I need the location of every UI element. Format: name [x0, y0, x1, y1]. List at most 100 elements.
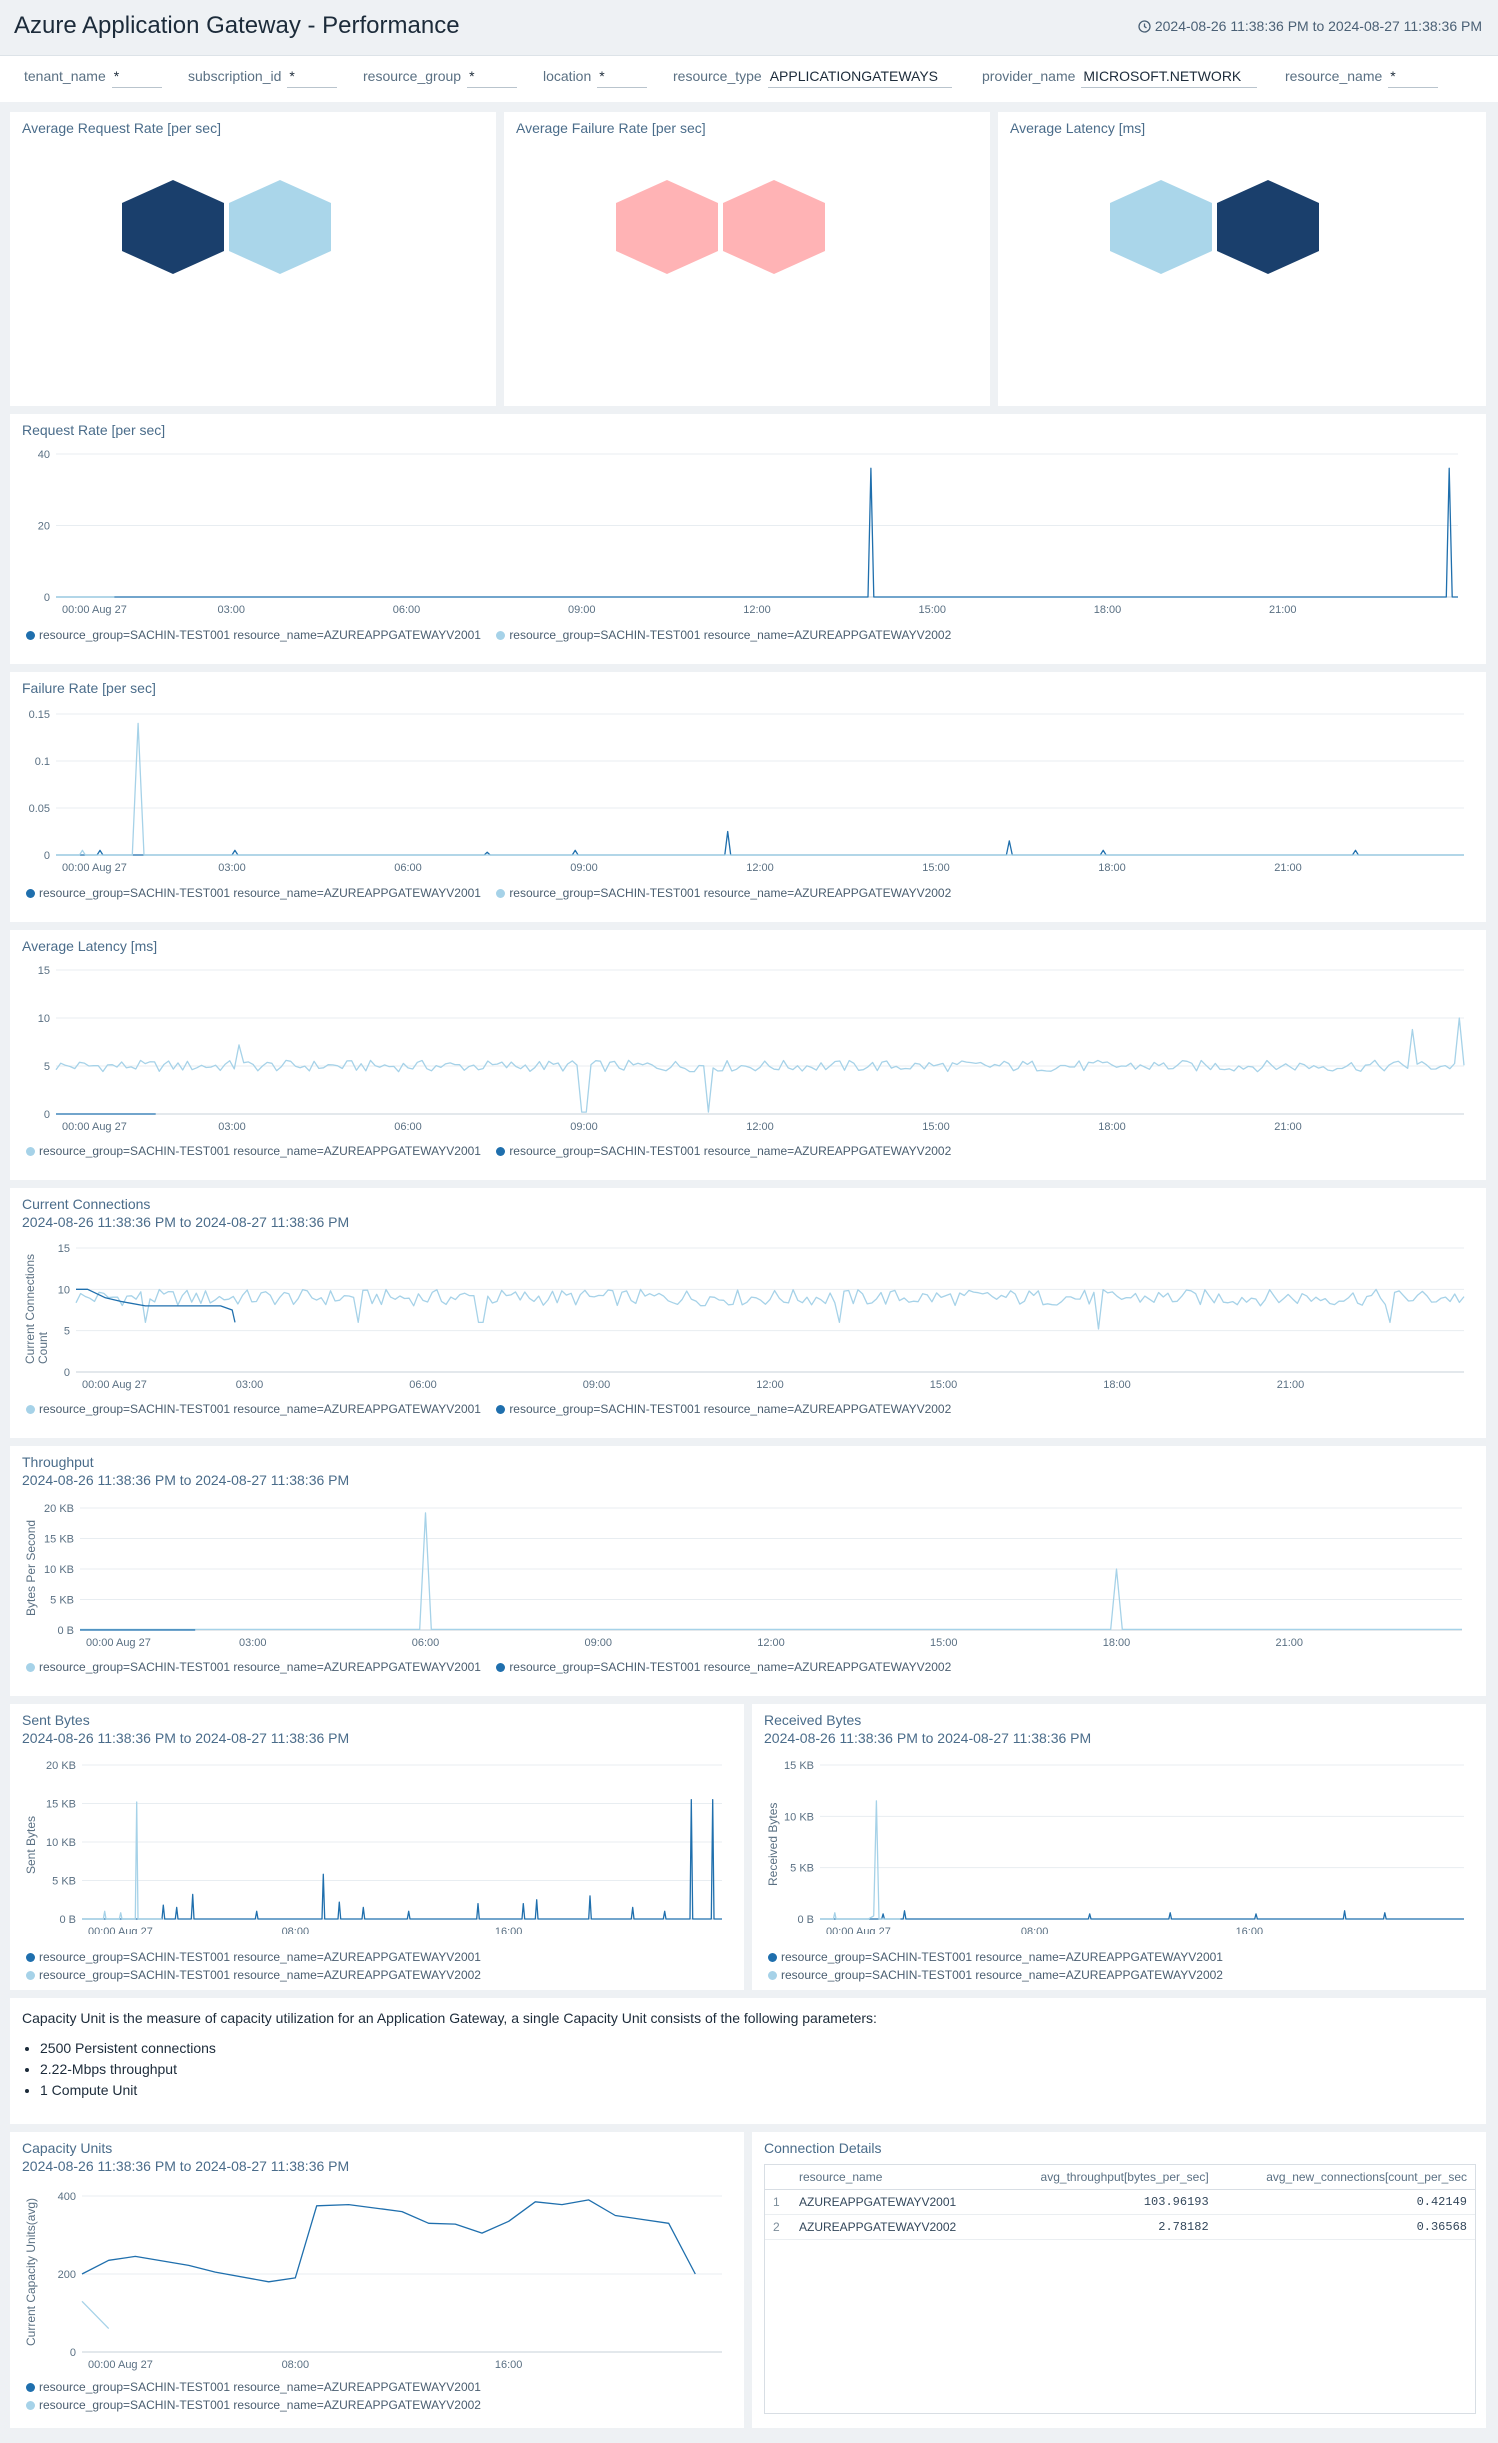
cell-throughput: 103.96193: [997, 2189, 1217, 2215]
legend-item[interactable]: resource_group=SACHIN-TEST001 resource_n…: [26, 2380, 481, 2394]
filter-resource-group[interactable]: resource_group *: [363, 68, 518, 90]
honeycomb-cell[interactable]: [229, 180, 331, 274]
panel-average-latency: Average Latency [ms] 0 5 10 15 00:00 Aug 27 0…: [10, 930, 1486, 1180]
legend-item[interactable]: resource_group=SACHIN-TEST001 resource_n…: [26, 886, 481, 900]
cell-new-connections: 0.42149: [1216, 2189, 1475, 2215]
time-range-picker[interactable]: 2024-08-26 11:38:36 PM to 2024-08-27 11:…: [1138, 18, 1482, 34]
x-tick-label: 06:00: [393, 604, 421, 616]
legend-dot: [768, 1971, 777, 1980]
x-tick-label: 03:00: [239, 1637, 267, 1649]
x-tick-label: 09:00: [584, 1637, 612, 1649]
legend-item[interactable]: resource_group=SACHIN-TEST001 resource_n…: [26, 1968, 481, 1982]
x-tick-label: 06:00: [412, 1637, 440, 1649]
honeycomb-cell[interactable]: [723, 180, 825, 274]
table-row[interactable]: 2 AZUREAPPGATEWAYV2002 2.78182 0.36568: [765, 2214, 1475, 2240]
column-header[interactable]: resource_name: [791, 2165, 998, 2190]
filter-location[interactable]: location *: [543, 68, 648, 90]
honeycomb-cell[interactable]: [616, 180, 718, 274]
legend-item[interactable]: resource_group=SACHIN-TEST001 resource_n…: [496, 1660, 951, 1674]
legend-item[interactable]: resource_group=SACHIN-TEST001 resource_n…: [496, 628, 951, 642]
legend-dot: [496, 1405, 506, 1414]
y-tick-label: 15: [38, 965, 50, 977]
y-tick-label: 400: [58, 2191, 76, 2203]
y-tick-label: 10 KB: [46, 1837, 76, 1849]
list-item: 2.22-Mbps throughput: [40, 2061, 216, 2077]
series-line: [76, 1288, 236, 1323]
filter-value[interactable]: *: [287, 68, 338, 88]
panel-avg-latency-honeycomb: Average Latency [ms]: [998, 112, 1486, 406]
honeycomb-chart: [616, 180, 825, 274]
row-index: 2: [765, 2214, 791, 2240]
y-tick-label: 5: [64, 1326, 70, 1338]
filter-tenant-name[interactable]: tenant_name *: [24, 68, 162, 90]
legend-item[interactable]: resource_group=SACHIN-TEST001 resource_n…: [26, 1660, 481, 1674]
x-tick-label: 16:00: [495, 2359, 523, 2371]
y-tick-label: 0 B: [57, 1625, 74, 1637]
filter-provider-name[interactable]: provider_name MICROSOFT.NETWORK: [982, 68, 1258, 90]
x-tick-label: 12:00: [746, 1121, 774, 1133]
x-tick-label: 06:00: [409, 1379, 437, 1391]
x-tick-label: 00:00 Aug 27: [88, 1926, 153, 1934]
dashboard-header: Azure Application Gateway - Performance …: [0, 0, 1498, 56]
legend-item[interactable]: resource_group=SACHIN-TEST001 resource_n…: [496, 1144, 951, 1158]
column-header[interactable]: avg_new_connections[count_per_sec: [1216, 2165, 1475, 2190]
capacity-info-text: Capacity Unit is the measure of capacity…: [22, 2010, 877, 2026]
legend-item[interactable]: resource_group=SACHIN-TEST001 resource_n…: [26, 2398, 481, 2412]
failure-rate-chart: 0 0.05 0.1 0.15 00:00 Aug 27 03:00 06:00 09:00 1…: [29, 709, 1464, 874]
x-tick-label: 18:00: [1103, 1637, 1131, 1649]
y-tick-label: 20 KB: [46, 1760, 76, 1772]
honeycomb-cell[interactable]: [122, 180, 224, 274]
connection-details-table-container[interactable]: resource_name avg_throughput[bytes_per_s…: [764, 2164, 1476, 2414]
panel-throughput: Throughput 2024-08-26 11:38:36 PM to 202…: [10, 1446, 1486, 1696]
x-tick-label: 16:00: [1236, 1926, 1264, 1934]
filter-value[interactable]: *: [467, 68, 518, 88]
honeycomb-chart: [122, 180, 331, 274]
chart-legend: resource_group=SACHIN-TEST001 resource_n…: [768, 1950, 1235, 1986]
chart-legend: resource_group=SACHIN-TEST001 resource_n…: [26, 1950, 493, 1986]
y-tick-label: 0: [44, 1109, 50, 1121]
honeycomb-cell[interactable]: [1110, 180, 1212, 274]
chart-legend: resource_group=SACHIN-TEST001 resource_n…: [26, 1144, 963, 1158]
legend-item[interactable]: resource_group=SACHIN-TEST001 resource_n…: [768, 1968, 1223, 1982]
legend-dot: [496, 889, 506, 898]
x-tick-label: 18:00: [1098, 862, 1126, 874]
filter-resource-name[interactable]: resource_name *: [1285, 68, 1439, 90]
cell-resource-name: AZUREAPPGATEWAYV2001: [791, 2189, 998, 2215]
x-tick-label: 03:00: [218, 1121, 246, 1133]
column-header[interactable]: avg_throughput[bytes_per_sec]: [997, 2165, 1217, 2190]
filter-value[interactable]: APPLICATIONGATEWAYS: [767, 68, 952, 88]
x-tick-label: 09:00: [570, 1121, 598, 1133]
y-tick-label: 10: [38, 1013, 50, 1025]
filter-resource-type[interactable]: resource_type APPLICATIONGATEWAYS: [673, 68, 952, 90]
filter-value[interactable]: MICROSOFT.NETWORK: [1081, 68, 1258, 88]
filter-subscription-id[interactable]: subscription_id *: [188, 68, 338, 90]
y-tick-label: 0: [44, 850, 50, 862]
list-item: 2500 Persistent connections: [40, 2040, 216, 2056]
legend-item[interactable]: resource_group=SACHIN-TEST001 resource_n…: [496, 886, 951, 900]
y-tick-label: 20 KB: [44, 1503, 74, 1515]
filter-value[interactable]: *: [597, 68, 648, 88]
legend-dot: [26, 1971, 35, 1980]
legend-item[interactable]: resource_group=SACHIN-TEST001 resource_n…: [496, 1402, 951, 1416]
filter-value[interactable]: *: [1388, 68, 1439, 88]
legend-item[interactable]: resource_group=SACHIN-TEST001 resource_n…: [768, 1950, 1223, 1964]
chart-legend: resource_group=SACHIN-TEST001 resource_n…: [26, 1660, 963, 1674]
legend-item[interactable]: resource_group=SACHIN-TEST001 resource_n…: [26, 1402, 481, 1416]
y-tick-label: 200: [58, 2269, 76, 2281]
legend-item[interactable]: resource_group=SACHIN-TEST001 resource_n…: [26, 628, 481, 642]
panel-request-rate: Request Rate [per sec] 0 20 40 00:00 Aug 27…: [10, 414, 1486, 664]
legend-item[interactable]: resource_group=SACHIN-TEST001 resource_n…: [26, 1144, 481, 1158]
request-rate-chart: 0 20 40 00:00 Aug 27 03:00 06:00 09:00 12:00 15:…: [38, 449, 1458, 616]
series-line: [81, 2300, 110, 2330]
legend-item[interactable]: resource_group=SACHIN-TEST001 resource_n…: [26, 1950, 481, 1964]
x-tick-label: 00:00 Aug 27: [62, 1121, 127, 1133]
honeycomb-cell[interactable]: [1217, 180, 1319, 274]
panel-avg-failure-rate: Average Failure Rate [per sec]: [504, 112, 990, 406]
y-tick-label: 0: [70, 2347, 76, 2359]
y-tick-label: 15 KB: [784, 1760, 814, 1772]
filter-value[interactable]: *: [111, 68, 162, 88]
panel-failure-rate: Failure Rate [per sec] 0 0.05 0.1 0.15 00:00…: [10, 672, 1486, 922]
series-line: [55, 1017, 1465, 1113]
y-tick-label: 5 KB: [50, 1595, 74, 1607]
table-row[interactable]: 1 AZUREAPPGATEWAYV2001 103.96193 0.42149: [765, 2189, 1475, 2215]
